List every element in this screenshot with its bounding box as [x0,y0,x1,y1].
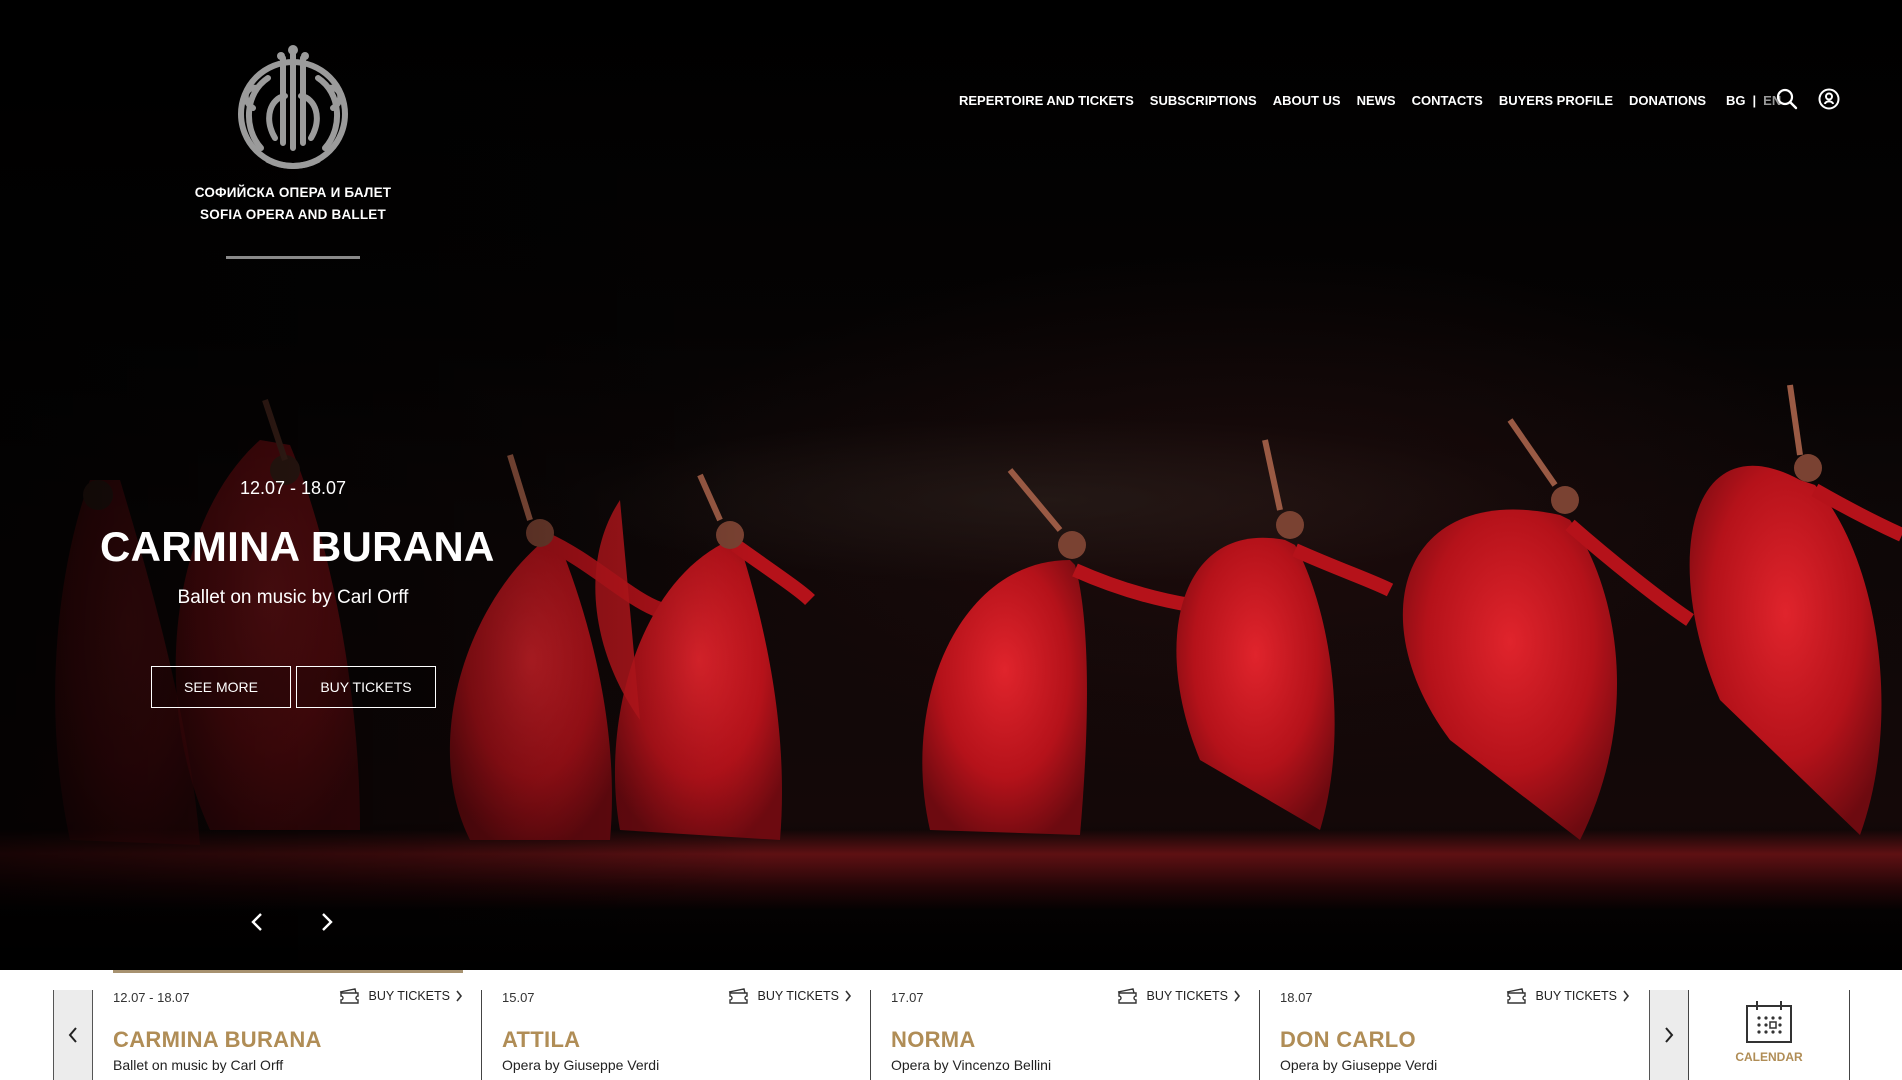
hero-subtitle: Ballet on music by Carl Orff [177,587,409,608]
event-date: 17.07 [891,990,924,1005]
event-buy-label: BUY TICKETS [368,989,450,1003]
event-card[interactable]: 18.07 BUY TICKETS DON CARLO Opera by Giu… [1280,970,1630,1080]
event-subtitle: Opera by Giuseppe Verdi [502,1057,660,1073]
strip-next-button[interactable] [1649,990,1689,1080]
event-card[interactable]: 17.07 BUY TICKETS NORMA Opera by Vincenz… [891,970,1241,1080]
event-title[interactable]: NORMA [891,1027,976,1053]
nav-about-us[interactable]: ABOUT US [1273,93,1341,108]
hero-actions: SEE MORE BUY TICKETS [151,666,436,708]
event-card[interactable]: 12.07 - 18.07 BUY TICKETS CARMINA BURANA… [113,970,463,1080]
calendar-label: CALENDAR [1735,1050,1803,1064]
nav-subscriptions[interactable]: SUBSCRIPTIONS [1150,93,1257,108]
lyre-emblem-icon [238,45,348,169]
nav-news[interactable]: NEWS [1357,93,1396,108]
nav-repertoire-and-tickets[interactable]: REPERTOIRE AND TICKETS [959,93,1134,108]
ticket-icon [340,988,360,1004]
logo-text-english: SOFIA OPERA AND BALLET [200,207,386,222]
ticket-icon [1118,988,1138,1004]
card-divider [870,990,871,1080]
lang-bg-link[interactable]: BG [1726,93,1746,108]
event-title[interactable]: CARMINA BURANA [113,1027,322,1053]
event-date: 18.07 [1280,990,1313,1005]
event-title[interactable]: ATTILA [502,1027,580,1053]
chevron-left-icon[interactable] [248,911,268,933]
event-buy-tickets-link[interactable]: BUY TICKETS [338,988,463,1004]
hero-buy-tickets-button[interactable]: BUY TICKETS [296,666,436,708]
hero-title: CARMINA BURANA [100,523,495,570]
event-subtitle: Ballet on music by Carl Orff [113,1057,284,1073]
card-divider [1259,990,1260,1080]
calendar-icon [1746,1001,1792,1043]
nav-donations[interactable]: DONATIONS [1629,93,1706,108]
logo-text-bulgarian: СОФИЙСКА ОПЕРА И БАЛЕТ [194,185,392,200]
nav-buyers-profile[interactable]: BUYERS PROFILE [1499,93,1613,108]
chevron-right-icon [456,990,463,1002]
lang-separator: | [1752,92,1757,108]
search-icon[interactable] [1776,88,1798,110]
hero-date: 12.07 - 18.07 [239,478,347,498]
nav-contacts[interactable]: CONTACTS [1412,93,1483,108]
chevron-right-icon[interactable] [316,911,336,933]
event-card[interactable]: 15.07 BUY TICKETS ATTILA Opera by Giusep… [502,970,852,1080]
chevron-right-icon [1234,990,1241,1002]
event-title[interactable]: DON CARLO [1280,1027,1416,1053]
event-buy-tickets-link[interactable]: BUY TICKETS [1505,988,1630,1004]
hero-caption: 12.07 - 18.07 CARMINA BURANA Ballet on m… [100,478,495,609]
site-logo[interactable]: СОФИЙСКА ОПЕРА И БАЛЕТ SOFIA OPERA AND B… [190,38,396,259]
main-navigation: REPERTOIRE AND TICKETS SUBSCRIPTIONS ABO… [959,89,1781,111]
chevron-right-icon [1665,1027,1674,1043]
language-switcher: BG | EN [1726,93,1781,108]
strip-prev-button[interactable] [53,990,93,1080]
event-subtitle: Opera by Vincenzo Bellini [891,1057,1052,1073]
event-subtitle: Opera by Giuseppe Verdi [1280,1057,1438,1073]
events-strip: 12.07 - 18.07 BUY TICKETS CARMINA BURANA… [0,970,1902,1080]
ticket-icon [1507,988,1527,1004]
chevron-left-icon [68,1027,77,1043]
see-more-button[interactable]: SEE MORE [151,666,291,708]
calendar-button[interactable]: CALENDAR [1688,990,1850,1080]
event-buy-tickets-link[interactable]: BUY TICKETS [727,988,852,1004]
card-divider [481,990,482,1080]
event-date: 15.07 [502,990,535,1005]
chevron-right-icon [845,990,852,1002]
event-buy-tickets-link[interactable]: BUY TICKETS [1116,988,1241,1004]
ticket-icon [729,988,749,1004]
event-date: 12.07 - 18.07 [113,990,190,1005]
event-buy-label: BUY TICKETS [757,989,839,1003]
user-icon[interactable] [1818,88,1840,110]
event-buy-label: BUY TICKETS [1146,989,1228,1003]
chevron-right-icon [1623,990,1630,1002]
event-buy-label: BUY TICKETS [1535,989,1617,1003]
logo-divider [226,256,360,259]
